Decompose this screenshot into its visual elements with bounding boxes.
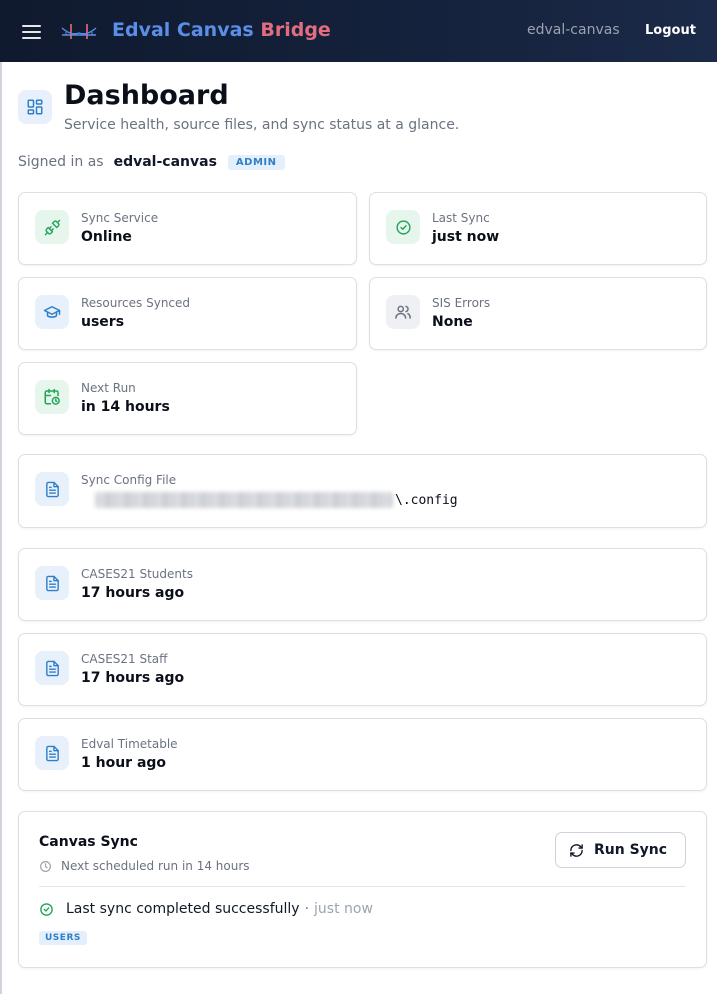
source-file-card: CASES21 Students 17 hours ago — [18, 548, 707, 621]
sync-panel-divider — [39, 886, 686, 887]
app-title-part1: Edval Canvas — [112, 19, 254, 41]
plug-icon — [35, 210, 69, 244]
sync-config-card: Sync Config File \.config — [18, 454, 707, 528]
file-icon — [35, 566, 69, 600]
sis-errors-value: None — [432, 314, 473, 330]
file-icon — [35, 472, 69, 506]
users-icon — [386, 295, 420, 329]
check-circle-icon — [40, 902, 53, 916]
source-file-updated: 17 hours ago — [81, 585, 185, 601]
canvas-sync-panel: Canvas Sync Next scheduled run in 14 hou… — [18, 811, 707, 968]
config-path: \.config — [95, 490, 458, 510]
resources-synced-card: Resources Synced users — [18, 277, 357, 350]
source-file-card: CASES21 Staff 17 hours ago — [18, 633, 707, 706]
last-sync-label: Last Sync — [432, 211, 490, 225]
resources-synced-label: Resources Synced — [81, 296, 191, 310]
resources-synced-value: users — [81, 314, 125, 330]
role-badge: ADMIN — [227, 154, 285, 170]
sync-service-label: Sync Service — [81, 211, 159, 225]
source-file-updated: 1 hour ago — [81, 755, 167, 771]
redacted-path-segment — [95, 492, 393, 508]
next-scheduled-run: Next scheduled run in 14 hours — [39, 858, 250, 874]
last-sync-status: Last sync completed successfully · just … — [39, 900, 373, 918]
resource-tag: USERS — [39, 931, 87, 945]
page-title: Dashboard — [64, 80, 229, 111]
config-path-suffix: \.config — [395, 492, 458, 508]
dashboard-icon — [18, 90, 52, 124]
source-file-card: Edval Timetable 1 hour ago — [18, 718, 707, 791]
app-title-part2: Bridge — [260, 19, 331, 41]
status-separator: · — [304, 901, 310, 917]
graduation-cap-icon — [35, 295, 69, 329]
sync-service-card: Sync Service Online — [18, 192, 357, 265]
signed-in-username: edval-canvas — [113, 154, 217, 170]
last-sync-value: just now — [432, 229, 500, 245]
source-file-label: CASES21 Students — [81, 567, 193, 581]
refresh-icon — [570, 843, 583, 857]
next-run-card: Next Run in 14 hours — [18, 362, 357, 435]
sync-status-time: just now — [314, 901, 373, 917]
calendar-clock-icon — [35, 380, 69, 414]
clock-icon — [40, 860, 51, 872]
run-sync-label: Run Sync — [594, 842, 668, 858]
bridge-logo-icon — [61, 24, 97, 39]
run-sync-button[interactable]: Run Sync — [555, 832, 686, 868]
menu-icon[interactable] — [22, 22, 42, 40]
signed-in-info: Signed in as edval-canvas ADMIN — [18, 153, 285, 171]
source-file-label: Edval Timetable — [81, 737, 178, 751]
next-run-label: Next Run — [81, 381, 136, 395]
next-scheduled-text: Next scheduled run in 14 hours — [61, 859, 250, 873]
canvas-sync-title: Canvas Sync — [39, 834, 138, 850]
file-icon — [35, 651, 69, 685]
sis-errors-label: SIS Errors — [432, 296, 491, 310]
page-edge-divider — [0, 62, 2, 994]
app-title[interactable]: Edval Canvas Bridge — [112, 19, 331, 41]
signed-in-label: Signed in as — [18, 154, 104, 170]
sync-service-value: Online — [81, 229, 132, 245]
source-file-updated: 17 hours ago — [81, 670, 185, 686]
last-sync-card: Last Sync just now — [369, 192, 707, 265]
source-file-label: CASES21 Staff — [81, 652, 168, 666]
next-run-value: in 14 hours — [81, 399, 170, 415]
sync-config-label: Sync Config File — [81, 473, 177, 487]
logout-button[interactable]: Logout — [645, 23, 696, 38]
sis-errors-card: SIS Errors None — [369, 277, 707, 350]
check-circle-icon — [386, 210, 420, 244]
sync-status-message: Last sync completed successfully — [66, 901, 300, 917]
page-subtitle: Service health, source files, and sync s… — [64, 117, 460, 133]
current-user-link[interactable]: edval-canvas — [527, 22, 620, 38]
file-icon — [35, 736, 69, 770]
top-navbar: Edval Canvas Bridge edval-canvas Logout — [0, 0, 717, 62]
